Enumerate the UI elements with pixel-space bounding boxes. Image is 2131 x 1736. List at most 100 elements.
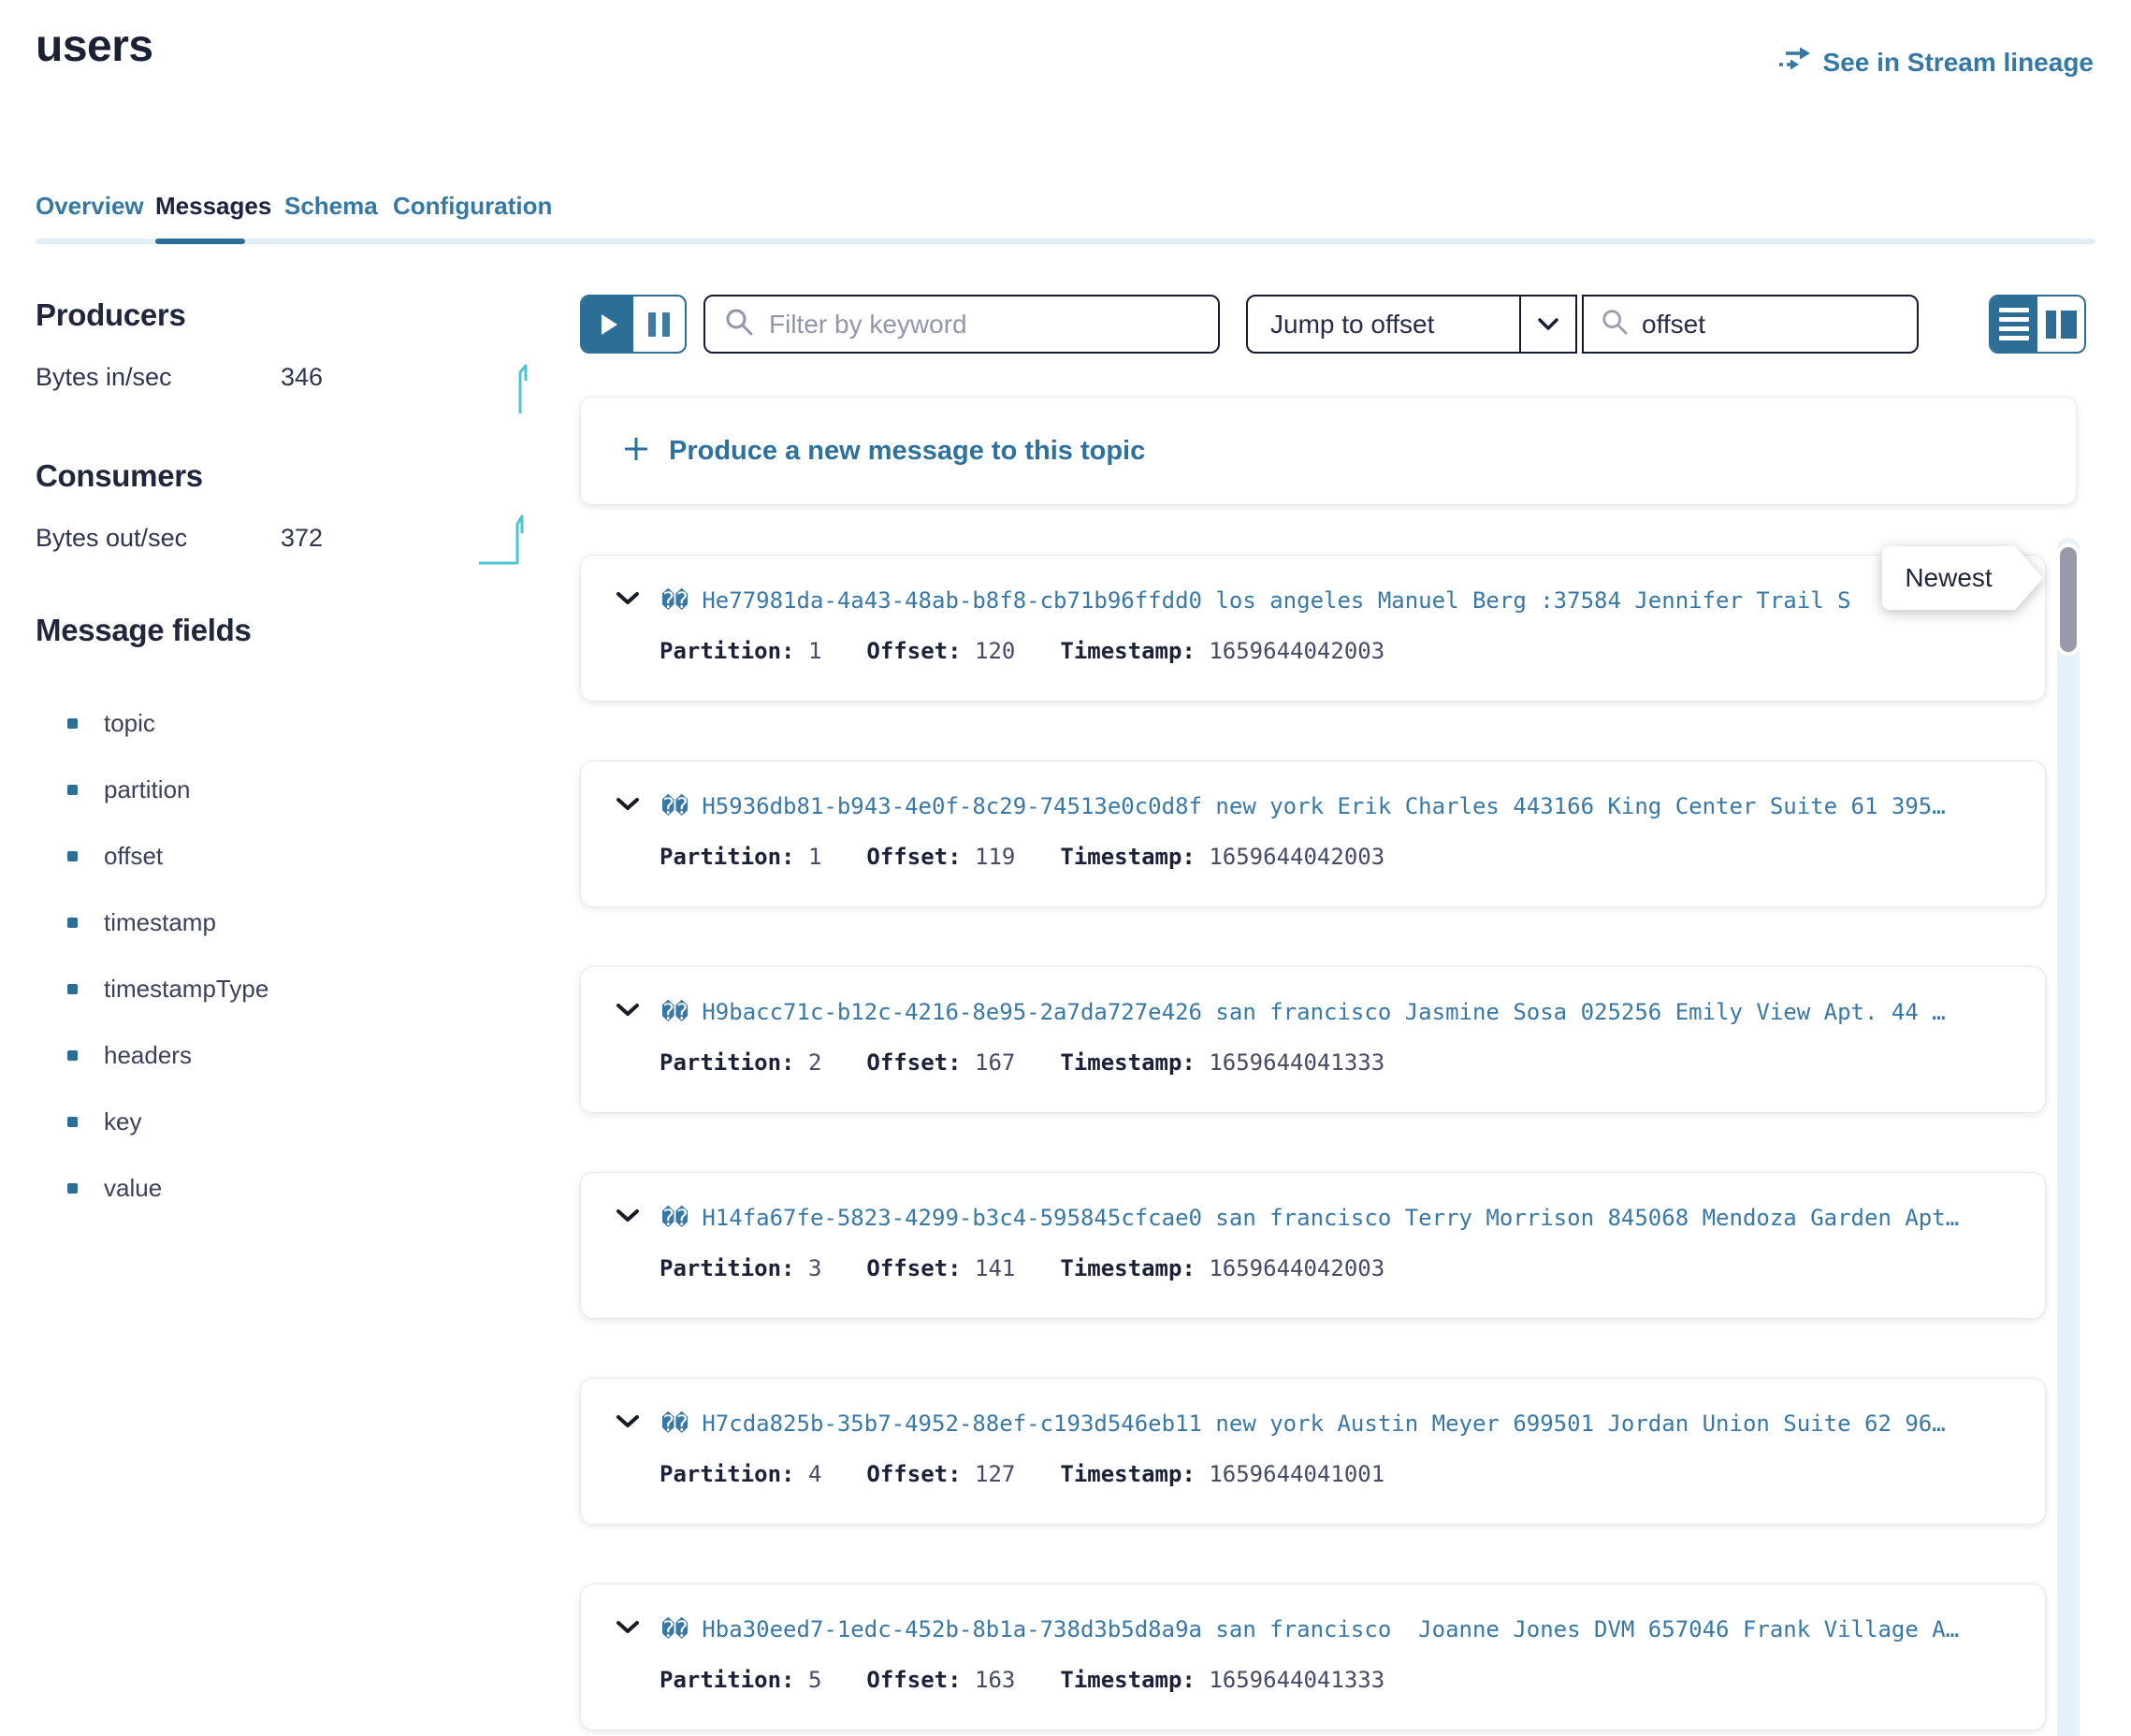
tab-underline	[36, 239, 2095, 244]
bullet-icon	[67, 984, 78, 994]
stream-lineage-link[interactable]: See in Stream lineage	[1778, 45, 2094, 80]
bytes-in-label: Bytes in/sec	[36, 363, 172, 392]
field-item-key[interactable]: key	[67, 1107, 141, 1136]
newest-tooltip-label: Newest	[1905, 563, 1992, 593]
message-value: los angeles Manuel Berg :37584 Jennifer …	[1202, 587, 1851, 614]
offset-input[interactable]	[1642, 310, 1857, 340]
chevron-down-icon[interactable]	[615, 1002, 641, 1023]
message-value: san francisco Terry Morrison 845068 Mend…	[1202, 1205, 1959, 1231]
bytes-out-value: 372	[281, 524, 323, 553]
bullet-icon	[67, 718, 78, 729]
stream-lineage-label: See in Stream lineage	[1823, 48, 2094, 78]
field-item-timestamp[interactable]: timestamp	[67, 908, 216, 937]
message-meta: Partition: 1 Offset: 120 Timestamp: 1659…	[615, 638, 2011, 664]
message-preview: �� Hba30eed7-1edc-452b-8b1a-738d3b5d8a9a…	[661, 1616, 1959, 1642]
message-value: new york Austin Meyer 699501 Jordan Unio…	[1202, 1410, 1946, 1437]
bullet-icon	[67, 1050, 78, 1061]
bytes-in-value: 346	[281, 363, 323, 392]
filter-field	[703, 295, 1220, 354]
column-view-icon	[2046, 311, 2077, 339]
tab-configuration[interactable]: Configuration	[393, 192, 552, 221]
message-meta: Partition: 3 Offset: 141 Timestamp: 1659…	[615, 1255, 2011, 1281]
newest-tooltip: Newest	[1882, 546, 2015, 610]
filter-input[interactable]	[769, 310, 1199, 340]
field-item-value[interactable]: value	[67, 1174, 162, 1203]
message-row[interactable]: �� He77981da-4a43-48ab-b8f8-cb71b96ffdd0…	[580, 555, 2046, 702]
produce-message-button[interactable]: Produce a new message to this topic	[580, 397, 2077, 505]
field-item-timestampType[interactable]: timestampType	[67, 975, 268, 1004]
pause-icon	[648, 312, 670, 337]
message-preview: �� He77981da-4a43-48ab-b8f8-cb71b96ffdd0…	[661, 587, 1851, 614]
tab-overview[interactable]: Overview	[36, 192, 144, 221]
scrollbar-thumb[interactable]	[2060, 547, 2077, 652]
plus-icon	[622, 435, 650, 468]
message-value: new york Erik Charles 443166 King Center…	[1202, 793, 1946, 819]
bullet-icon	[67, 1117, 78, 1127]
message-meta: Partition: 4 Offset: 127 Timestamp: 1659…	[615, 1461, 2011, 1487]
message-meta: Partition: 2 Offset: 167 Timestamp: 1659…	[615, 1049, 2011, 1076]
message-row[interactable]: �� Hba30eed7-1edc-452b-8b1a-738d3b5d8a9a…	[580, 1584, 2046, 1730]
chevron-down-icon	[1521, 297, 1575, 352]
field-item-topic[interactable]: topic	[67, 709, 155, 738]
message-row[interactable]: �� H14fa67fe-5823-4299-b3c4-595845cfcae0…	[580, 1172, 2046, 1319]
play-button[interactable]	[582, 297, 633, 352]
field-item-headers[interactable]: headers	[67, 1041, 192, 1070]
chevron-down-icon[interactable]	[615, 1413, 641, 1435]
message-row[interactable]: �� H5936db81-b943-4e0f-8c29-74513e0c0d8f…	[580, 760, 2046, 907]
chevron-down-icon[interactable]	[615, 1208, 641, 1229]
view-mode-toggle	[1989, 295, 2086, 354]
tab-schema[interactable]: Schema	[284, 192, 378, 221]
topic-messages-page: users See in Stream lineage Overview Mes…	[0, 0, 2131, 1736]
bytes-out-label: Bytes out/sec	[36, 524, 187, 553]
message-preview: �� H14fa67fe-5823-4299-b3c4-595845cfcae0…	[661, 1205, 1959, 1231]
producers-sparkline-icon	[505, 363, 539, 422]
search-icon	[724, 307, 754, 341]
bullet-icon	[67, 918, 78, 928]
scrollbar-track[interactable]	[2057, 538, 2080, 1736]
tab-messages[interactable]: Messages	[155, 192, 271, 221]
message-key: H5936db81-b943-4e0f-8c29-74513e0c0d8f	[702, 793, 1202, 819]
play-icon	[602, 314, 617, 335]
produce-message-label: Produce a new message to this topic	[669, 436, 1145, 467]
message-key: He77981da-4a43-48ab-b8f8-cb71b96ffdd0	[702, 587, 1202, 614]
field-item-partition[interactable]: partition	[67, 775, 191, 804]
search-icon	[1601, 308, 1629, 340]
message-preview: �� H5936db81-b943-4e0f-8c29-74513e0c0d8f…	[661, 793, 1946, 819]
message-prefix: ��	[661, 1205, 702, 1231]
pause-button[interactable]	[633, 297, 685, 352]
play-pause-toggle	[580, 295, 687, 354]
message-row[interactable]: �� H9bacc71c-b12c-4216-8e95-2a7da727e426…	[580, 966, 2046, 1113]
stream-lineage-icon	[1778, 45, 1812, 80]
message-prefix: ��	[661, 793, 702, 819]
column-view-button[interactable]	[2037, 297, 2084, 352]
message-meta: Partition: 5 Offset: 163 Timestamp: 1659…	[615, 1667, 2011, 1693]
chevron-down-icon[interactable]	[615, 796, 641, 817]
message-prefix: ��	[661, 999, 702, 1025]
message-fields-heading: Message fields	[36, 613, 252, 648]
list-view-button[interactable]	[1991, 297, 2037, 352]
tab-bar: Overview Messages Schema Configuration	[36, 192, 2095, 248]
list-view-icon	[1999, 308, 2029, 340]
field-item-offset[interactable]: offset	[67, 842, 163, 871]
message-row[interactable]: �� H7cda825b-35b7-4952-88ef-c193d546eb11…	[580, 1378, 2046, 1525]
jump-to-offset-select[interactable]: Jump to offset	[1246, 295, 1577, 354]
chevron-down-icon[interactable]	[615, 1619, 641, 1641]
message-prefix: ��	[661, 1616, 702, 1642]
message-key: Hba30eed7-1edc-452b-8b1a-738d3b5d8a9a	[702, 1616, 1202, 1642]
message-key: H14fa67fe-5823-4299-b3c4-595845cfcae0	[702, 1205, 1202, 1231]
message-key: H9bacc71c-b12c-4216-8e95-2a7da727e426	[702, 999, 1202, 1025]
message-value: san francisco Joanne Jones DVM 657046 Fr…	[1202, 1616, 1959, 1642]
page-title: users	[36, 21, 153, 72]
consumers-sparkline-icon	[477, 511, 539, 571]
jump-to-offset-value: Jump to offset	[1248, 297, 1519, 352]
message-preview: �� H9bacc71c-b12c-4216-8e95-2a7da727e426…	[661, 999, 1946, 1025]
message-preview: �� H7cda825b-35b7-4952-88ef-c193d546eb11…	[661, 1410, 1946, 1437]
consumers-heading: Consumers	[36, 458, 203, 494]
bullet-icon	[67, 851, 78, 861]
message-prefix: ��	[661, 587, 702, 614]
bullet-icon	[67, 1183, 78, 1194]
chevron-down-icon[interactable]	[615, 590, 641, 612]
bullet-icon	[67, 785, 78, 795]
message-prefix: ��	[661, 1410, 702, 1437]
message-key: H7cda825b-35b7-4952-88ef-c193d546eb11	[702, 1410, 1202, 1437]
